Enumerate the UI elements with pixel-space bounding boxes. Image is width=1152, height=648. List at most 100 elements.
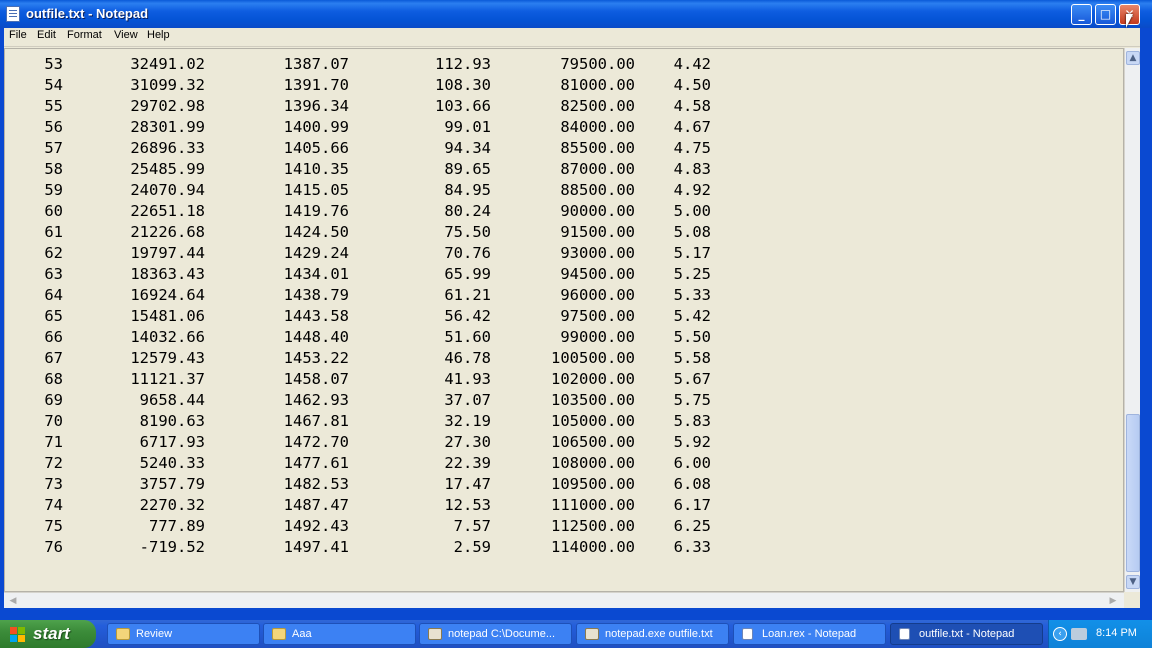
taskbar-item-review[interactable]: Review bbox=[107, 623, 260, 645]
text-cell: 41.93 bbox=[444, 370, 491, 388]
chevron-left-icon[interactable]: ‹ bbox=[1053, 627, 1067, 641]
taskbar: start Review Aaa notepad C:\Docume... no… bbox=[0, 620, 1152, 648]
text-cell: 68 bbox=[44, 370, 63, 388]
system-tray: ‹ 8:14 PM bbox=[1048, 620, 1152, 648]
text-cell: 1424.50 bbox=[283, 223, 349, 241]
text-cell: 16924.64 bbox=[130, 286, 205, 304]
menu-edit[interactable]: Edit bbox=[37, 29, 56, 41]
text-cell: 4.92 bbox=[673, 181, 711, 199]
text-editor[interactable]: 53 32491.02 1387.07 112.93 79500.00 4.42 54 310… bbox=[4, 48, 1124, 592]
text-cell: 53 bbox=[44, 55, 63, 73]
menu-help[interactable]: Help bbox=[147, 29, 170, 41]
text-cell: 76 bbox=[44, 538, 63, 556]
text-cell: 51.60 bbox=[444, 328, 491, 346]
maximize-button[interactable]: □ bbox=[1095, 4, 1116, 25]
text-cell: 112500.00 bbox=[551, 517, 635, 535]
text-cell: 65 bbox=[44, 307, 63, 325]
start-label: start bbox=[33, 624, 70, 643]
text-cell: 57 bbox=[44, 139, 63, 157]
text-cell: 1387.07 bbox=[283, 55, 349, 73]
start-button[interactable]: start bbox=[0, 620, 96, 648]
text-cell: 89.65 bbox=[444, 160, 491, 178]
text-cell: 1448.40 bbox=[283, 328, 349, 346]
text-cell: 5.75 bbox=[673, 391, 711, 409]
text-cell: 1482.53 bbox=[283, 475, 349, 493]
taskbar-item-outfile-notepad[interactable]: outfile.txt - Notepad bbox=[890, 623, 1043, 645]
taskbar-item-notepad-exe[interactable]: notepad.exe outfile.txt bbox=[576, 623, 729, 645]
vertical-scrollbar[interactable]: ▲ ▼ bbox=[1124, 48, 1140, 592]
text-cell: 27.30 bbox=[444, 433, 491, 451]
text-cell: 18363.43 bbox=[130, 265, 205, 283]
text-cell: 75 bbox=[44, 517, 63, 535]
text-cell: 108000.00 bbox=[551, 454, 635, 472]
text-cell: 6.25 bbox=[673, 517, 711, 535]
taskbar-item-label: notepad.exe outfile.txt bbox=[605, 628, 713, 640]
text-cell: 5.08 bbox=[673, 223, 711, 241]
menu-file[interactable]: File bbox=[9, 29, 27, 41]
notepad-icon[interactable] bbox=[6, 6, 20, 22]
folder-icon bbox=[116, 628, 130, 640]
text-cell: -719.52 bbox=[139, 538, 205, 556]
text-cell: 114000.00 bbox=[551, 538, 635, 556]
text-cell: 62 bbox=[44, 244, 63, 262]
text-cell: 4.58 bbox=[673, 97, 711, 115]
text-cell: 100500.00 bbox=[551, 349, 635, 367]
text-cell: 21226.68 bbox=[130, 223, 205, 241]
text-cell: 84.95 bbox=[444, 181, 491, 199]
taskbar-item-label: Aaa bbox=[292, 628, 312, 640]
text-cell: 5.25 bbox=[673, 265, 711, 283]
text-cell: 1487.47 bbox=[283, 496, 349, 514]
text-cell: 8190.63 bbox=[139, 412, 205, 430]
taskbar-item-label: Loan.rex - Notepad bbox=[762, 628, 857, 640]
scroll-right-arrow-icon[interactable]: ▶ bbox=[1106, 594, 1120, 608]
text-cell: 112.93 bbox=[435, 55, 491, 73]
text-cell: 84000.00 bbox=[560, 118, 635, 136]
network-icon[interactable] bbox=[1071, 628, 1087, 640]
text-cell: 90000.00 bbox=[560, 202, 635, 220]
text-cell: 1419.76 bbox=[283, 202, 349, 220]
minimize-button[interactable]: _ bbox=[1071, 4, 1092, 25]
text-cell: 103.66 bbox=[435, 97, 491, 115]
resize-grip[interactable] bbox=[1124, 592, 1140, 608]
text-cell: 7.57 bbox=[453, 517, 491, 535]
text-cell: 12.53 bbox=[444, 496, 491, 514]
text-cell: 46.78 bbox=[444, 349, 491, 367]
menu-view[interactable]: View bbox=[114, 29, 138, 41]
taskbar-item-aaa[interactable]: Aaa bbox=[263, 623, 416, 645]
text-cell: 6.17 bbox=[673, 496, 711, 514]
text-cell: 71 bbox=[44, 433, 63, 451]
text-cell: 75.50 bbox=[444, 223, 491, 241]
taskbar-item-notepad-command[interactable]: notepad C:\Docume... bbox=[419, 623, 572, 645]
window-right-border bbox=[1140, 28, 1152, 620]
clock[interactable]: 8:14 PM bbox=[1096, 627, 1137, 639]
text-cell: 1410.35 bbox=[283, 160, 349, 178]
text-cell: 12579.43 bbox=[130, 349, 205, 367]
title-bar[interactable]: outfile.txt - Notepad _ □ ✕ bbox=[0, 0, 1152, 28]
notepad-icon bbox=[742, 628, 753, 640]
text-cell: 5.00 bbox=[673, 202, 711, 220]
horizontal-scrollbar[interactable]: ◀ ▶ bbox=[4, 592, 1124, 608]
scroll-thumb[interactable] bbox=[1126, 414, 1140, 572]
notepad-window: outfile.txt - Notepad _ □ ✕ File Edit Fo… bbox=[0, 0, 1152, 620]
notepad-icon bbox=[899, 628, 910, 640]
text-cell: 80.24 bbox=[444, 202, 491, 220]
text-cell: 93000.00 bbox=[560, 244, 635, 262]
text-cell: 11121.37 bbox=[130, 370, 205, 388]
text-cell: 5.33 bbox=[673, 286, 711, 304]
text-cell: 6.33 bbox=[673, 538, 711, 556]
text-cell: 1462.93 bbox=[283, 391, 349, 409]
text-cell: 4.42 bbox=[673, 55, 711, 73]
scroll-down-arrow-icon[interactable]: ▼ bbox=[1126, 575, 1140, 589]
text-cell: 3757.79 bbox=[139, 475, 205, 493]
text-cell: 94.34 bbox=[444, 139, 491, 157]
text-cell: 96000.00 bbox=[560, 286, 635, 304]
text-cell: 108.30 bbox=[435, 76, 491, 94]
menu-format[interactable]: Format bbox=[67, 29, 102, 41]
taskbar-item-loan-notepad[interactable]: Loan.rex - Notepad bbox=[733, 623, 886, 645]
scroll-left-arrow-icon[interactable]: ◀ bbox=[6, 594, 20, 608]
scroll-up-arrow-icon[interactable]: ▲ bbox=[1126, 51, 1140, 65]
text-cell: 70.76 bbox=[444, 244, 491, 262]
batch-file-icon bbox=[428, 628, 442, 640]
text-cell: 4.75 bbox=[673, 139, 711, 157]
text-cell: 26896.33 bbox=[130, 139, 205, 157]
